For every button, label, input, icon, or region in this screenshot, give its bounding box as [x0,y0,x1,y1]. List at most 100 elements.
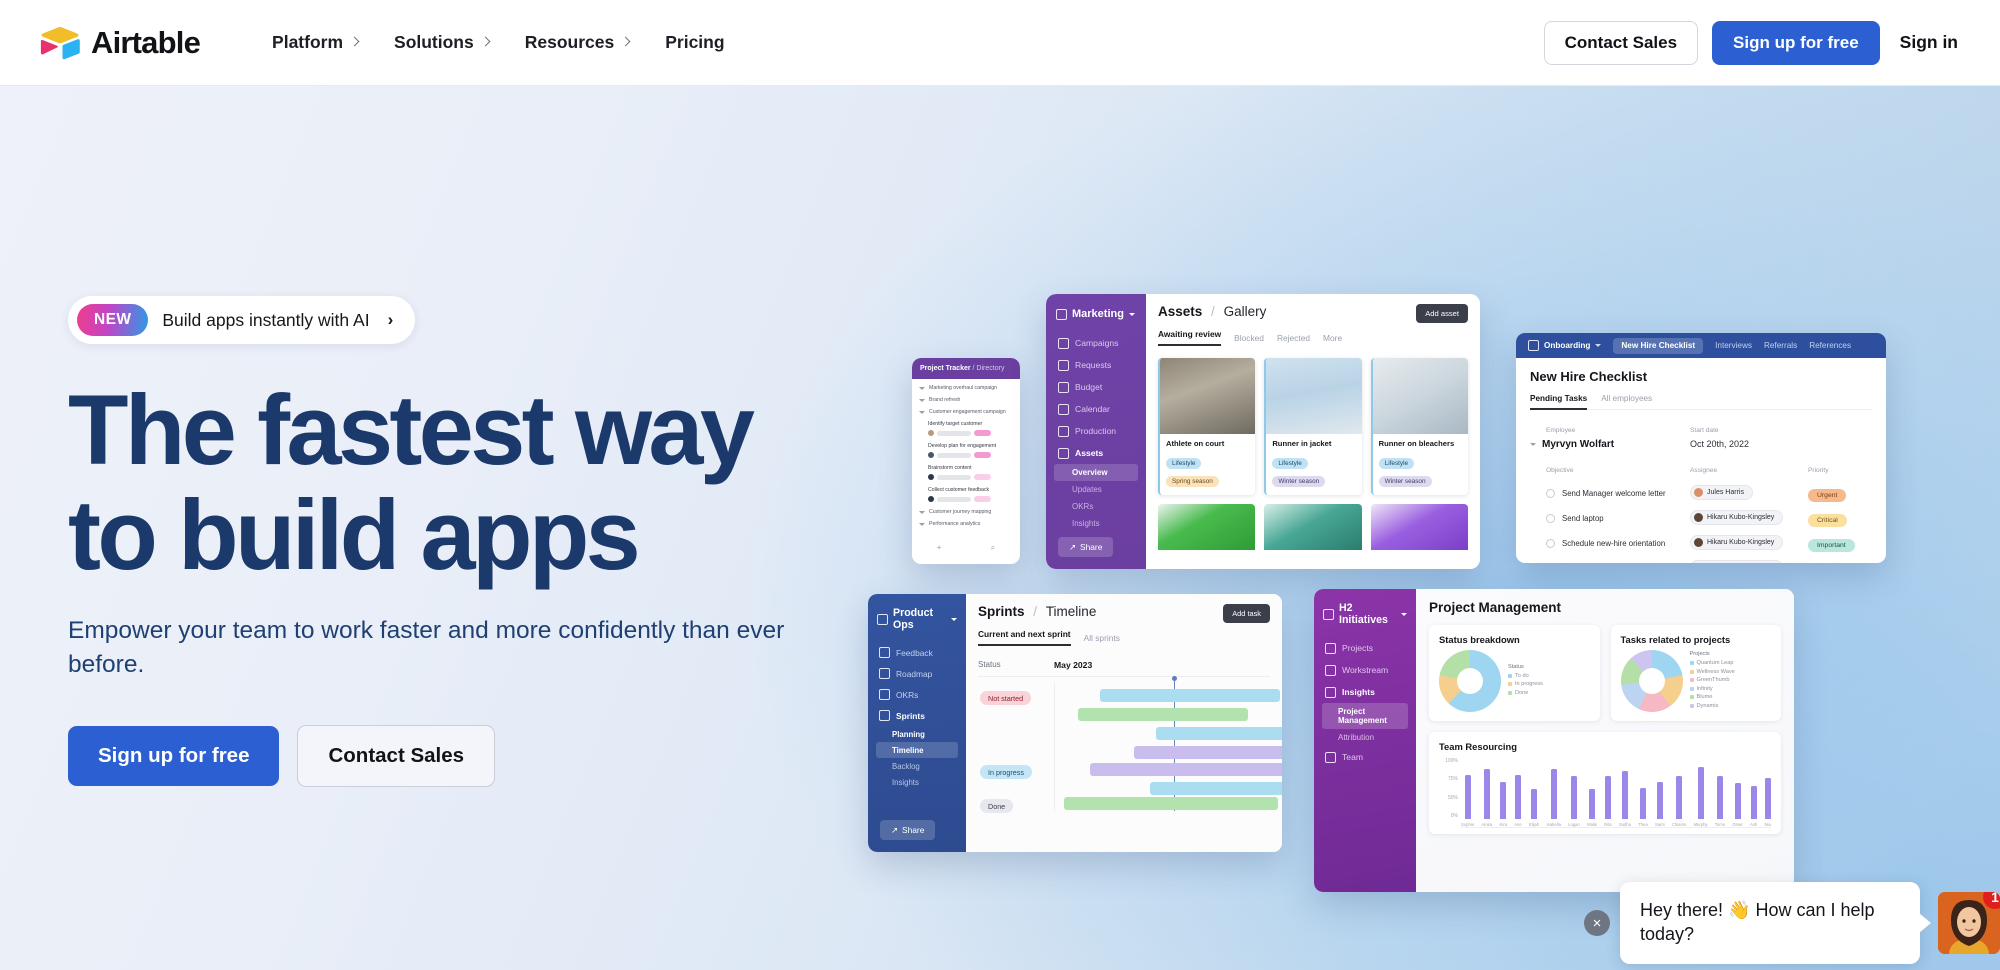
sidebar-item-sprints[interactable]: Sprints [868,705,966,726]
tab-rejected[interactable]: Rejected [1277,333,1310,343]
contact-sales-button[interactable]: Contact Sales [1543,20,1699,65]
subtab-all-employees[interactable]: All employees [1601,394,1652,403]
gantt-bar[interactable] [1090,763,1282,776]
chart-team-resourcing: Team Resourcing 100% 75% 50% 0% Sophie Am… [1429,732,1781,834]
new-announcement-pill[interactable]: NEW Build apps instantly with AI › [68,296,416,344]
nav-item-platform[interactable]: Platform [256,22,374,63]
sidebar-item-budget[interactable]: Budget [1046,376,1146,398]
status-group-done[interactable]: Done [980,799,1014,813]
airtable-logo[interactable]: Airtable [40,25,201,61]
sidebar-item-production[interactable]: Production [1046,420,1146,442]
gallery-card[interactable]: Runner on bleachers Lifestyle Winter sea… [1370,358,1468,495]
bar-chart: 100% 75% 50% 0% Sophie Amira Kira Ane Elijah… [1439,758,1771,828]
project-tracker-row[interactable]: Customer engagement campaign [919,409,1013,415]
add-asset-button[interactable]: Add asset [1416,304,1468,323]
sidebar-subitem-okrs[interactable]: OKRs [1046,498,1146,515]
hero-contact-sales-button[interactable]: Contact Sales [297,725,496,788]
project-tracker-row[interactable]: Brand refresh [919,397,1013,403]
sidebar-item-projects[interactable]: Projects [1314,637,1416,659]
table-row[interactable]: Assign on-boarding partner Hikaru Kubo-K… [1530,559,1872,563]
sidebar-subitem-updates[interactable]: Updates [1046,481,1146,498]
tab-references[interactable]: References [1809,341,1851,350]
table-row[interactable]: Send Manager welcome letter Jules Harris… [1530,484,1872,502]
onboarding-workspace[interactable]: Onboarding [1528,340,1602,351]
gallery-card[interactable]: Athlete on court Lifestyle Spring season [1158,358,1256,495]
sidebar-item-okrs[interactable]: OKRs [868,684,966,705]
close-icon[interactable]: × [1584,910,1610,937]
project-tracker-subtask[interactable]: Collect customer feedback [928,487,1013,502]
h2-workspace[interactable]: H2 Initiatives [1314,589,1416,637]
gantt-bar[interactable] [1150,782,1282,795]
nav-item-pricing[interactable]: Pricing [649,22,740,63]
gantt-bar[interactable] [1156,727,1282,740]
productops-workspace[interactable]: Product Ops [868,594,966,642]
project-tracker-row[interactable]: Performance analytics [919,521,1013,527]
checkbox-icon[interactable] [1546,538,1555,548]
marketing-workspace-title[interactable]: Marketing [1046,294,1146,332]
sidebar-subitem-planning[interactable]: Planning [868,726,966,742]
sidebar-item-insights[interactable]: Insights [1314,681,1416,703]
gallery-card[interactable]: Runner in jacket Lifestyle Winter season [1264,358,1362,495]
tab-awaiting-review[interactable]: Awaiting review [1158,329,1222,346]
onboarding-employee-row[interactable]: Myrvyn Wolfart Oct 20th, 2022 [1530,439,1872,450]
production-icon [1058,425,1069,437]
chat-agent-avatar[interactable]: 1 [1938,892,2000,955]
add-record-icon[interactable]: + [937,543,942,553]
sidebar-subitem-timeline[interactable]: Timeline [876,742,958,758]
gantt-bar[interactable] [1100,689,1280,702]
project-tracker-subtask[interactable]: Develop plan for engagement [928,443,1013,458]
sidebar-subitem-insights[interactable]: Insights [1046,515,1146,532]
search-icon[interactable]: ⌕ [991,543,995,553]
share-button[interactable]: ↗ Share [1058,537,1114,557]
tab-new-hire-checklist[interactable]: New Hire Checklist [1613,337,1704,354]
sidebar-item-roadmap[interactable]: Roadmap [868,663,966,684]
tab-blocked[interactable]: Blocked [1234,333,1264,343]
table-row[interactable]: Send laptop Hikaru Kubo-Kingsley Critica… [1530,509,1872,527]
bar-group: Sami [1655,758,1665,827]
tab-current-next-sprint[interactable]: Current and next sprint [978,629,1071,646]
tab-interviews[interactable]: Interviews [1715,341,1752,350]
sidebar-subitem-backlog[interactable]: Backlog [868,758,966,774]
asset-thumbnail[interactable] [1370,504,1468,550]
chat-message-bubble[interactable]: Hey there! 👋 How can I help today? [1620,882,1931,964]
onboarding-subtabs: Pending Tasks All employees [1530,394,1872,410]
add-task-button[interactable]: Add task [1223,604,1270,623]
table-row[interactable]: Schedule new-hire orientation Hikaru Kub… [1530,534,1872,552]
asset-thumbnail[interactable] [1158,504,1256,550]
sidebar-subitem-project-management[interactable]: Project Management [1322,703,1408,729]
tab-all-sprints[interactable]: All sprints [1084,633,1120,643]
sidebar-item-requests[interactable]: Requests [1046,354,1146,376]
status-group-not-started[interactable]: Not started [980,691,1032,705]
tab-referrals[interactable]: Referrals [1764,341,1797,350]
subtab-pending-tasks[interactable]: Pending Tasks [1530,394,1588,410]
gantt-bar[interactable] [1078,708,1248,721]
project-tracker-subtask[interactable]: Brainstorm content [928,465,1013,480]
sidebar-subitem-insights[interactable]: Insights [868,774,966,790]
asset-thumbnail[interactable] [1264,504,1362,550]
sidebar-item-calendar[interactable]: Calendar [1046,398,1146,420]
sidebar-item-workstream[interactable]: Workstream [1314,659,1416,681]
sidebar-item-feedback[interactable]: Feedback [868,642,966,663]
sidebar-item-campaigns[interactable]: Campaigns [1046,332,1146,354]
share-button[interactable]: ↗ Share [880,820,936,840]
checkbox-icon[interactable] [1546,513,1555,523]
tab-more[interactable]: More [1323,333,1342,343]
project-tracker-subtask[interactable]: Identify target customer [928,421,1013,436]
sidebar-item-assets[interactable]: Assets [1046,442,1146,464]
sidebar-subitem-overview[interactable]: Overview [1054,464,1138,481]
mockup-onboarding-checklist: Onboarding New Hire Checklist Interviews… [1516,333,1886,563]
gantt-bar[interactable] [1134,746,1282,759]
nav-item-resources[interactable]: Resources [509,22,646,63]
sidebar-item-team[interactable]: Team [1314,746,1416,768]
project-tracker-row[interactable]: Marketing overhaul campaign [919,385,1013,391]
gantt-bar[interactable] [1064,797,1278,810]
signin-link[interactable]: Sign in [1894,26,1964,59]
hero-signup-button[interactable]: Sign up for free [68,726,280,787]
nav-item-solutions[interactable]: Solutions [378,22,505,63]
checkbox-icon[interactable] [1546,488,1555,498]
workspace-icon [1528,340,1539,351]
project-tracker-row[interactable]: Customer journey mapping [919,509,1013,515]
sidebar-subitem-attribution[interactable]: Attribution [1314,729,1416,746]
status-group-in-progress[interactable]: In progress [980,765,1032,779]
signup-button[interactable]: Sign up for free [1712,20,1880,65]
